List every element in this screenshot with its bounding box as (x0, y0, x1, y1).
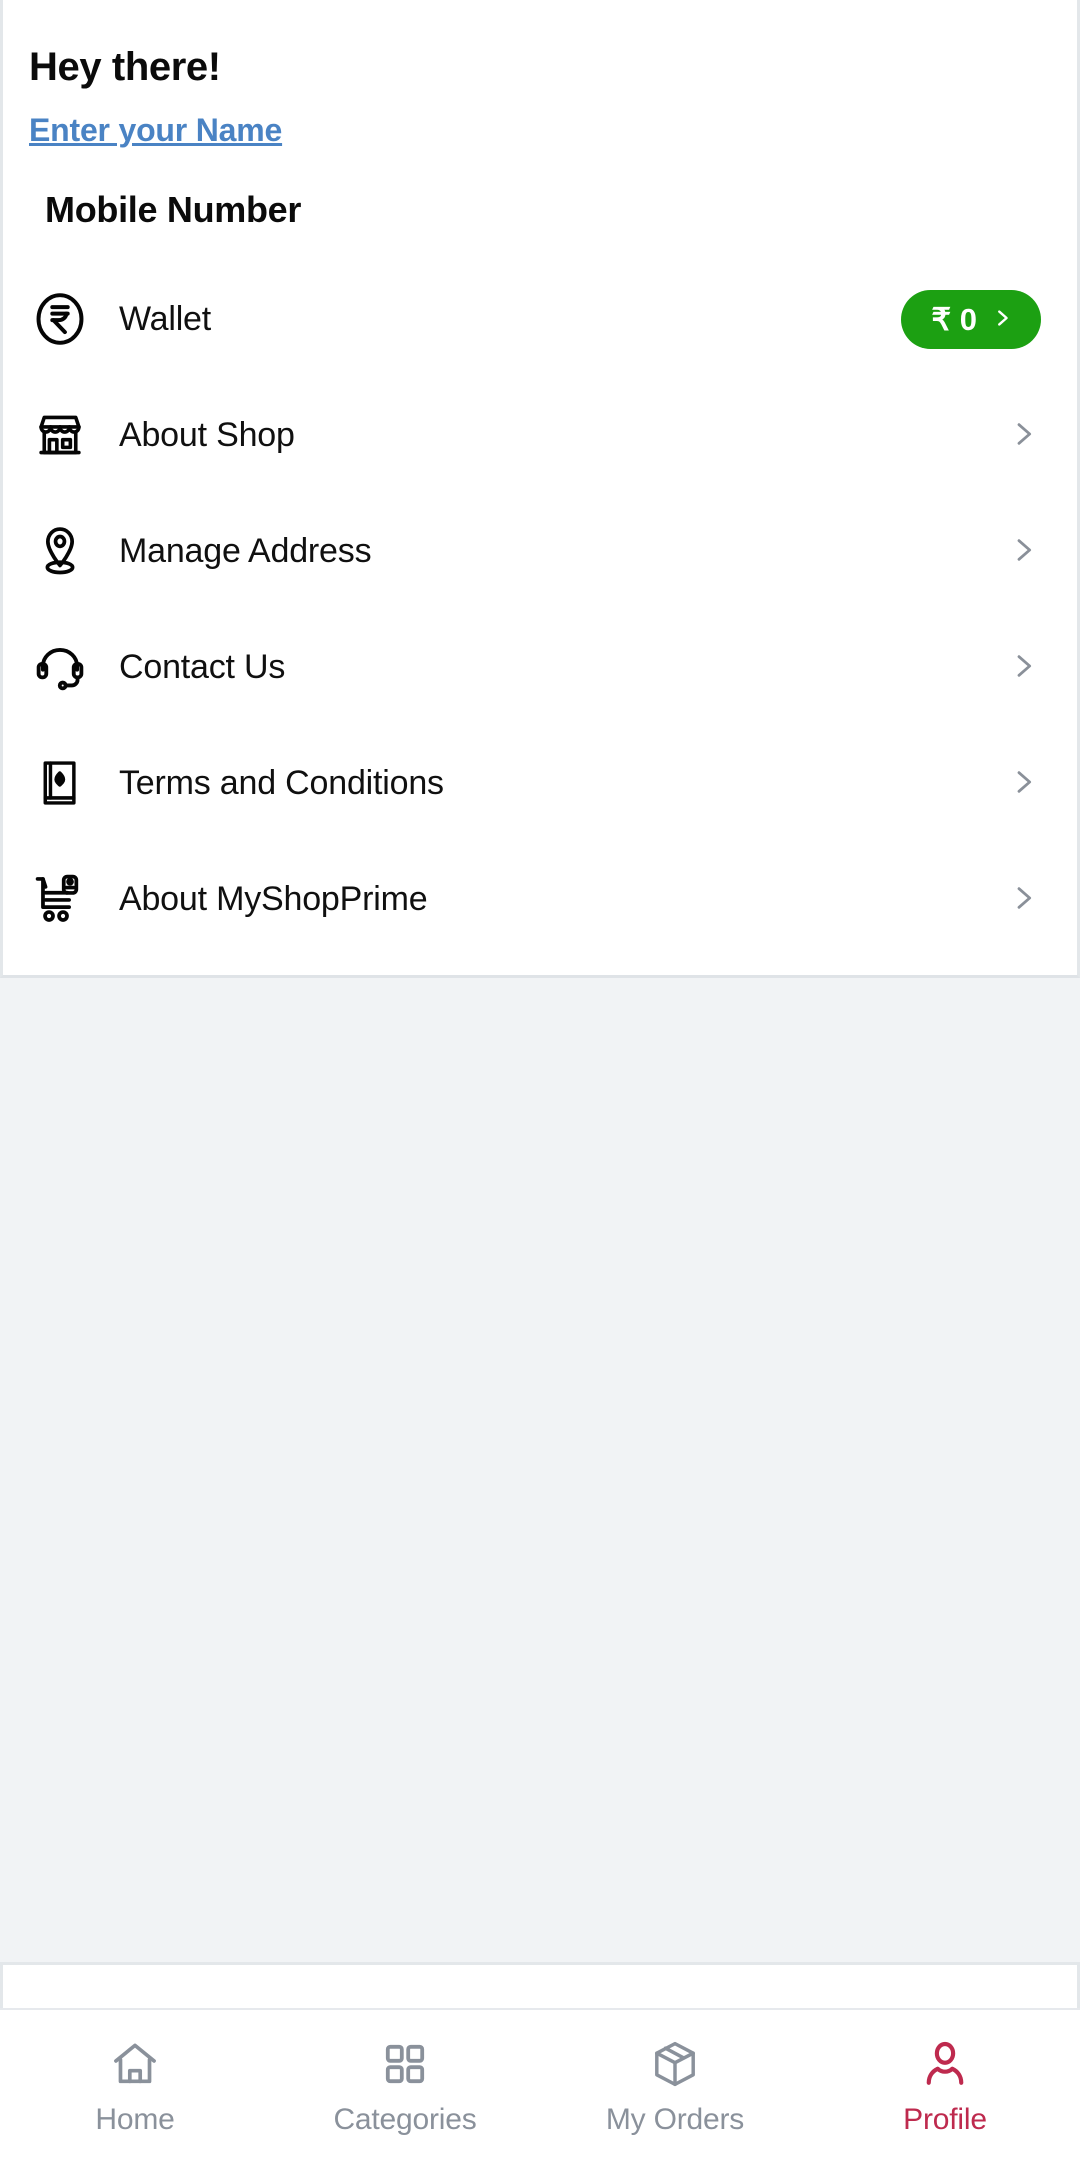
location-pin-icon (29, 520, 91, 582)
clipped-lower-card[interactable] (0, 1962, 1080, 2008)
menu-row-wallet[interactable]: Wallet ₹ 0 (3, 261, 1077, 377)
nav-item-my-orders[interactable]: My Orders (540, 2010, 810, 2160)
rupee-circle-icon (29, 288, 91, 350)
home-icon (106, 2035, 164, 2093)
shopping-cart-icon (29, 868, 91, 930)
headset-icon (29, 636, 91, 698)
nav-label-categories: Categories (333, 2103, 477, 2136)
greeting-block: Hey there! Enter your Name (3, 0, 1077, 155)
menu-label-about-shop: About Shop (119, 415, 295, 454)
menu-row-manage-address[interactable]: Manage Address (3, 493, 1077, 609)
bottom-navigation-bar: Home Categories My Orders Profile (0, 2008, 1080, 2160)
wallet-balance-amount: ₹ 0 (931, 301, 977, 337)
chevron-right-icon (991, 305, 1015, 333)
book-icon (29, 752, 91, 814)
nav-label-profile: Profile (903, 2103, 987, 2136)
wallet-balance-badge[interactable]: ₹ 0 (901, 289, 1041, 349)
menu-label-terms-and-conditions: Terms and Conditions (119, 763, 444, 802)
person-icon (916, 2035, 974, 2093)
greeting-title: Hey there! (29, 45, 221, 89)
menu-label-wallet: Wallet (119, 299, 212, 338)
menu-row-terms-and-conditions[interactable]: Terms and Conditions (3, 725, 1077, 841)
mobile-number-label: Mobile Number (45, 189, 302, 230)
chevron-right-icon (1007, 418, 1041, 452)
storefront-icon (29, 404, 91, 466)
menu-row-about-myshopprime[interactable]: About MyShopPrime (3, 841, 1077, 957)
profile-screen: Hey there! Enter your Name Mobile Number (0, 0, 1080, 2160)
enter-name-link[interactable]: Enter your Name (29, 112, 1051, 149)
menu-row-contact-us[interactable]: Contact Us (3, 609, 1077, 725)
menu-label-manage-address: Manage Address (119, 531, 372, 570)
menu-label-about-myshopprime: About MyShopPrime (119, 879, 428, 918)
chevron-right-icon (1007, 882, 1041, 916)
grid-icon (376, 2035, 434, 2093)
nav-item-categories[interactable]: Categories (270, 2010, 540, 2160)
nav-label-home: Home (95, 2103, 175, 2136)
package-box-icon (646, 2035, 704, 2093)
chevron-right-icon (1007, 650, 1041, 684)
menu-row-about-shop[interactable]: About Shop (3, 377, 1077, 493)
scroll-body: Hey there! Enter your Name Mobile Number (0, 0, 1080, 2008)
menu-label-contact-us: Contact Us (119, 647, 286, 686)
nav-item-home[interactable]: Home (0, 2010, 270, 2160)
nav-item-profile[interactable]: Profile (810, 2010, 1080, 2160)
chevron-right-icon (1007, 534, 1041, 568)
profile-card: Hey there! Enter your Name Mobile Number (0, 0, 1080, 978)
chevron-right-icon (1007, 766, 1041, 800)
menu-list: Wallet ₹ 0 About Shop Manage Address Con… (3, 261, 1077, 957)
nav-label-my-orders: My Orders (605, 2103, 745, 2136)
